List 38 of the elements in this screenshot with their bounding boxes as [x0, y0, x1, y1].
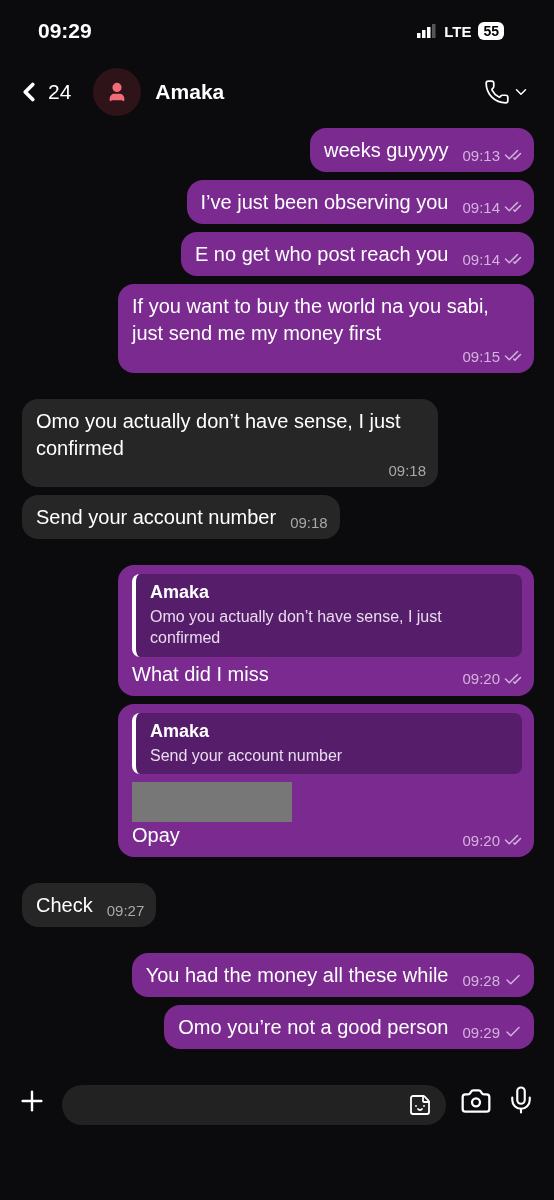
quote-text: Omo you actually don’t have sense, I just confirmed — [150, 607, 443, 648]
back-button[interactable]: 24 — [14, 77, 72, 107]
message-time: 09:20 — [462, 831, 500, 849]
contact-avatar[interactable] — [93, 68, 142, 116]
network-label: LTE — [444, 22, 472, 40]
message-text: Check — [36, 893, 93, 919]
message-time: 09:14 — [462, 198, 500, 216]
quoted-message[interactable]: Amaka Send your account number — [132, 712, 522, 775]
message-text: weeks guyyyy — [323, 138, 449, 163]
message-text: Opay — [132, 823, 181, 849]
message-text: I’ve just been observing you — [200, 190, 449, 215]
quote-author: Amaka — [150, 720, 211, 742]
message-time: 09:18 — [388, 462, 426, 479]
sticker-icon[interactable] — [408, 1093, 432, 1117]
message-time: 09:14 — [462, 250, 500, 268]
message-time: 09:13 — [462, 146, 500, 164]
battery-level: 55 — [478, 22, 504, 40]
message-text: What did I miss — [132, 661, 270, 687]
quote-text: Send your account number — [150, 745, 344, 766]
message-time: 09:29 — [462, 1023, 500, 1041]
message-text: Omo you’re not a good person — [178, 1015, 449, 1041]
contact-name[interactable]: Amaka — [155, 80, 474, 104]
status-time: 09:29 — [38, 19, 92, 43]
quote-author: Amaka — [150, 582, 211, 603]
message-time: 09:20 — [462, 670, 500, 688]
message-text: Send your account number — [36, 505, 277, 530]
message-time: 09:28 — [462, 971, 500, 989]
quoted-message[interactable]: Amaka Omo you actually don’t have sense, I just confirmed — [132, 574, 522, 657]
message-time: 09:18 — [290, 514, 328, 531]
message-time: 09:15 — [462, 347, 500, 365]
message-text: E no get who post reach you — [194, 242, 449, 267]
message-field[interactable] — [62, 1085, 446, 1125]
message-text: If you want to buy the world na you sabi, just send me my money first — [132, 294, 490, 346]
message-time: 09:27 — [106, 902, 145, 920]
phone-icon — [484, 79, 510, 105]
message-text: You had the money all these while — [145, 963, 449, 989]
signal-icon — [417, 24, 438, 38]
message-text: Omo you actually don’t have sense, I just confirmed — [36, 409, 402, 461]
